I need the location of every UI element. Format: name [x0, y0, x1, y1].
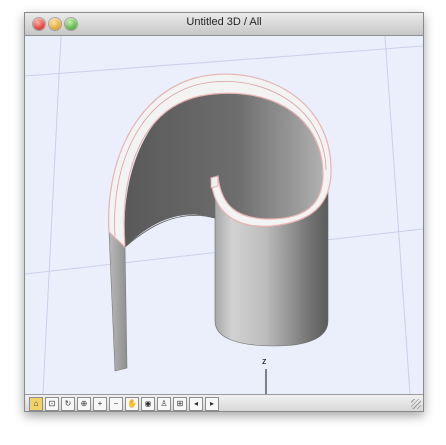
previous-view-tool[interactable]: ◂ [189, 397, 203, 411]
rotate-view-tool[interactable]: ↻ [61, 397, 75, 411]
spiral-shell-model[interactable] [108, 73, 332, 372]
window-title: Untitled 3D / All [186, 16, 262, 28]
pan-tool[interactable]: ✋ [125, 397, 139, 411]
view-options-tool[interactable]: ◉ [141, 397, 155, 411]
left-panel [108, 231, 128, 372]
z-axis-label: z [262, 356, 267, 366]
select-tool[interactable]: ⌂ [29, 397, 43, 411]
view-toolbar: ⌂ ⊡ ↻ ⊕ + − ✋ ◉ ♙ ⊞ ◂ ▸ [25, 394, 423, 411]
z-axis-indicator: z [262, 356, 267, 394]
3d-viewport[interactable]: z [25, 36, 423, 394]
next-view-tool[interactable]: ▸ [205, 397, 219, 411]
resize-grip[interactable] [411, 399, 421, 409]
zoom-in-tool[interactable]: + [93, 397, 107, 411]
zoom-in-out-tool[interactable]: ⊕ [77, 397, 91, 411]
spiral-tip [210, 175, 219, 189]
cad-window: Untitled 3D / All z ⌂ ⊡ ↻ ⊕ + − ✋ ◉ ♙ ⊞ … [24, 12, 424, 412]
zoom-extents-tool[interactable]: ⊞ [173, 397, 187, 411]
zoom-window-tool[interactable]: ⊡ [45, 397, 59, 411]
scene-canvas[interactable]: z [25, 36, 423, 394]
walk-tool[interactable]: ♙ [157, 397, 171, 411]
title-bar[interactable]: Untitled 3D / All [25, 13, 423, 36]
zoom-out-tool[interactable]: − [109, 397, 123, 411]
